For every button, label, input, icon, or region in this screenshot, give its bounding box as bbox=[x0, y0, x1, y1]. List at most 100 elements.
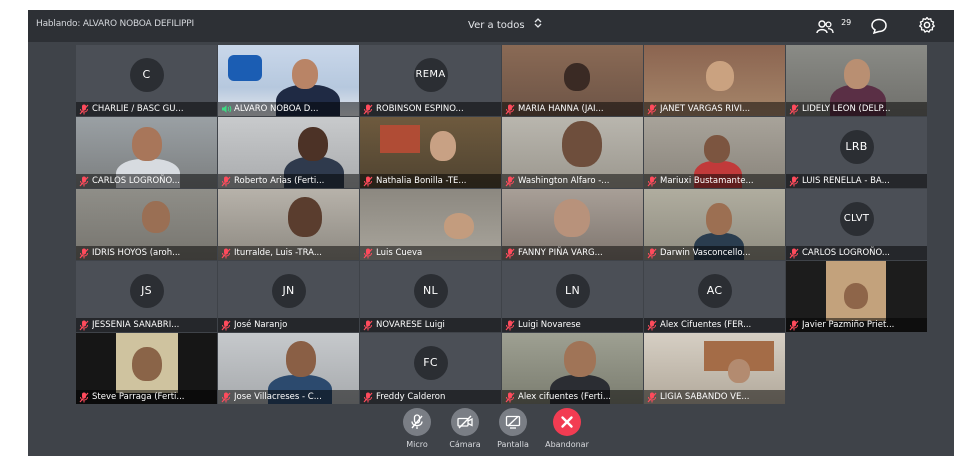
participant-tile[interactable]: Jose Villacreses - C... bbox=[218, 333, 359, 404]
avatar: LN bbox=[555, 273, 590, 308]
participant-name: Freddy Calderon bbox=[376, 392, 446, 402]
video-feed bbox=[142, 201, 170, 233]
speaking-indicator: Hablando: ALVARO NOBOA DEFILIPPI bbox=[36, 19, 194, 29]
avatar: C bbox=[129, 57, 164, 92]
mic-off-icon bbox=[76, 174, 92, 188]
participant-name: LIDELY LEON (DELP... bbox=[802, 104, 891, 114]
participant-tile[interactable]: CARLOS LOGROÑO... bbox=[76, 117, 217, 188]
video-feed bbox=[380, 125, 420, 153]
mic-off-icon bbox=[644, 102, 660, 116]
participant-tile[interactable]: Nathalia Bonilla -TE... bbox=[360, 117, 501, 188]
video-feed bbox=[844, 59, 870, 89]
mic-off-icon bbox=[76, 390, 92, 404]
participant-tile[interactable]: AC Alex Cifuentes (FER... bbox=[644, 261, 785, 332]
mic-off-icon bbox=[218, 174, 234, 188]
participant-name: Darwin Vasconcello... bbox=[660, 248, 751, 258]
avatar: REMA bbox=[413, 57, 448, 92]
participant-tile[interactable]: LIDELY LEON (DELP... bbox=[786, 45, 927, 116]
meeting-window: Hablando: ALVARO NOBOA DEFILIPPI Ver a t… bbox=[28, 10, 954, 456]
participant-tile[interactable]: Javier Pazmiño Priet... bbox=[786, 261, 927, 332]
logo-blob bbox=[228, 55, 262, 81]
participant-name: Javier Pazmiño Priet... bbox=[802, 320, 895, 330]
participant-tile[interactable]: Luis Cueva bbox=[360, 189, 501, 260]
mic-off-icon bbox=[76, 102, 92, 116]
participant-tile[interactable]: FC Freddy Calderon bbox=[360, 333, 501, 404]
participant-tile[interactable]: NL NOVARESE Luigi bbox=[360, 261, 501, 332]
participant-namebar: Mariuxi Bustamante... bbox=[644, 174, 785, 188]
chat-button[interactable] bbox=[870, 17, 888, 39]
participant-name: ROBINSON ESPINO... bbox=[376, 104, 464, 114]
participant-tile[interactable]: JS JESSENIA SANABRI... bbox=[76, 261, 217, 332]
participant-tile[interactable]: C CHARLIE / BASC GU... bbox=[76, 45, 217, 116]
participant-name: José Naranjo bbox=[234, 320, 288, 330]
participant-name: Washington Alfaro -... bbox=[518, 176, 610, 186]
participant-namebar: CARLOS LOGROÑO... bbox=[76, 174, 217, 188]
mic-label: Micro bbox=[406, 440, 428, 449]
participant-name: NOVARESE Luigi bbox=[376, 320, 445, 330]
avatar: JN bbox=[271, 273, 306, 308]
participant-namebar: Alex cifuentes (Ferti... bbox=[502, 390, 643, 404]
leave-button[interactable]: Abandonar bbox=[542, 408, 592, 449]
participant-tile[interactable]: Roberto Arias (Ferti... bbox=[218, 117, 359, 188]
settings-button[interactable] bbox=[918, 16, 936, 38]
participant-tile[interactable]: LRB LUIS RENELLA - BA... bbox=[786, 117, 927, 188]
camera-button[interactable]: Cámara bbox=[440, 408, 490, 449]
participants-button[interactable]: 29 bbox=[816, 16, 851, 36]
participant-tile[interactable]: Mariuxi Bustamante... bbox=[644, 117, 785, 188]
participant-namebar: Iturralde, Luis -TRA... bbox=[218, 246, 359, 260]
mic-off-icon bbox=[786, 318, 802, 332]
gear-icon bbox=[918, 16, 936, 38]
participant-name: Mariuxi Bustamante... bbox=[660, 176, 754, 186]
participant-grid: C CHARLIE / BASC GU... ALVARO NOBOA D...… bbox=[76, 45, 927, 404]
participant-namebar: CARLOS LOGROÑO... bbox=[786, 246, 927, 260]
speaker-icon bbox=[218, 102, 234, 116]
video-feed bbox=[288, 197, 322, 237]
mic-off-icon bbox=[360, 174, 376, 188]
mic-off-icon bbox=[644, 318, 660, 332]
participant-namebar: José Naranjo bbox=[218, 318, 359, 332]
participant-tile[interactable]: MARIA HANNA (JAI... bbox=[502, 45, 643, 116]
call-controls: Micro Cámara Pantalla Abandonar bbox=[390, 408, 630, 456]
mic-button[interactable]: Micro bbox=[392, 408, 442, 449]
participant-tile[interactable]: ALVARO NOBOA D... bbox=[218, 45, 359, 116]
screen-share-button[interactable]: Pantalla bbox=[488, 408, 538, 449]
mic-off-icon bbox=[502, 174, 518, 188]
participant-namebar: Steve Parraga (Ferti... bbox=[76, 390, 217, 404]
mic-off-icon bbox=[502, 102, 518, 116]
video-feed bbox=[564, 63, 590, 91]
mic-off-icon bbox=[644, 174, 660, 188]
mic-off-icon bbox=[403, 408, 431, 436]
participant-tile[interactable]: Washington Alfaro -... bbox=[502, 117, 643, 188]
participant-tile[interactable]: Alex cifuentes (Ferti... bbox=[502, 333, 643, 404]
video-feed bbox=[706, 203, 732, 235]
mic-off-icon bbox=[502, 390, 518, 404]
participant-name: LIGIA SABANDO VE... bbox=[660, 392, 750, 402]
participant-name: Roberto Arias (Ferti... bbox=[234, 176, 325, 186]
participant-namebar: IDRIS HOYOS (aroh... bbox=[76, 246, 217, 260]
participant-namebar: ALVARO NOBOA D... bbox=[218, 102, 359, 116]
participant-tile[interactable]: IDRIS HOYOS (aroh... bbox=[76, 189, 217, 260]
mic-off-icon bbox=[502, 246, 518, 260]
participant-tile[interactable]: REMA ROBINSON ESPINO... bbox=[360, 45, 501, 116]
camera-off-icon bbox=[451, 408, 479, 436]
participant-name: Luigi Novarese bbox=[518, 320, 581, 330]
participant-tile[interactable]: LIGIA SABANDO VE... bbox=[644, 333, 785, 404]
view-mode-select[interactable]: Ver a todos bbox=[468, 18, 542, 31]
participant-name: ALVARO NOBOA D... bbox=[234, 104, 319, 114]
participant-namebar: Luis Cueva bbox=[360, 246, 501, 260]
people-icon bbox=[816, 16, 839, 35]
participant-count: 29 bbox=[841, 18, 852, 27]
participant-tile[interactable]: JANET VARGAS RIVI... bbox=[644, 45, 785, 116]
participant-namebar: LIDELY LEON (DELP... bbox=[786, 102, 927, 116]
participant-namebar: CHARLIE / BASC GU... bbox=[76, 102, 217, 116]
mic-off-icon bbox=[644, 390, 660, 404]
participant-tile[interactable]: Iturralde, Luis -TRA... bbox=[218, 189, 359, 260]
participant-tile[interactable]: JN José Naranjo bbox=[218, 261, 359, 332]
video-feed bbox=[430, 131, 456, 161]
participant-tile[interactable]: Steve Parraga (Ferti... bbox=[76, 333, 217, 404]
participant-tile[interactable]: LN Luigi Novarese bbox=[502, 261, 643, 332]
participant-tile[interactable]: CLVT CARLOS LOGROÑO... bbox=[786, 189, 927, 260]
participant-tile[interactable]: Darwin Vasconcello... bbox=[644, 189, 785, 260]
participant-namebar: Freddy Calderon bbox=[360, 390, 501, 404]
participant-tile[interactable]: FANNY PIÑA VARG... bbox=[502, 189, 643, 260]
